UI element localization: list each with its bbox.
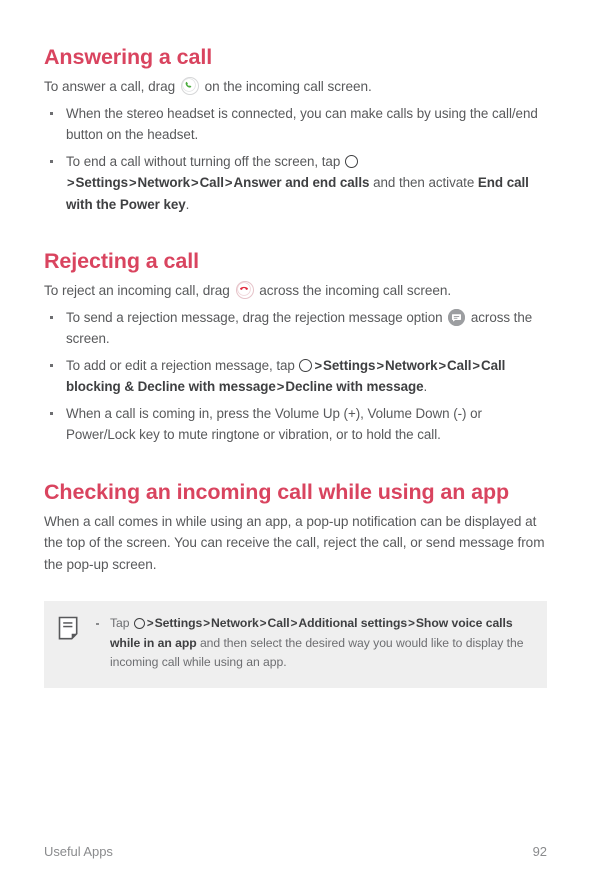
page-footer: Useful Apps 92 [44, 844, 547, 859]
list-item: When the stereo headset is connected, yo… [44, 103, 547, 146]
home-button-icon [133, 617, 145, 629]
page-title: Answering a call [44, 45, 213, 69]
note-text: Tap >Settings>Network>Call>Additional se… [94, 614, 531, 673]
path-call: Call [199, 175, 224, 190]
section-heading-rejecting-a-call: Rejecting a call [44, 249, 199, 273]
answering-intro-lead: To answer a call, drag [44, 79, 176, 94]
list-item: To end a call without turning off the sc… [44, 151, 547, 216]
note-icon [58, 616, 82, 642]
note-box: Tap >Settings>Network>Call>Additional se… [44, 601, 547, 688]
chevron-separator: > [472, 357, 480, 373]
path-network: Network [137, 175, 191, 190]
end-call-lead: To end a call without turning off the sc… [66, 153, 341, 169]
chevron-separator: > [438, 357, 447, 373]
path-settings: Settings [75, 175, 128, 190]
rejecting-bullet-list: To send a rejection message, drag the re… [44, 307, 547, 446]
section-heading-checking-incoming-call: Checking an incoming call while using an… [44, 479, 510, 504]
path-answer-and-end-calls: Answer and end calls [233, 175, 370, 190]
path-network: Network [385, 357, 438, 373]
chevron-separator: > [408, 617, 415, 630]
chevron-separator: > [191, 175, 199, 190]
path-settings: Settings [154, 616, 203, 630]
chevron-separator: > [376, 357, 385, 373]
path-call: Call [267, 616, 290, 630]
rejecting-intro-paragraph: To reject an incoming call, drag across … [44, 280, 547, 302]
answering-bullet-list: When the stereo headset is connected, yo… [44, 103, 547, 216]
note-lead: Tap [110, 616, 130, 630]
list-item: To add or edit a rejection message, tap … [44, 355, 547, 398]
path-settings: Settings [323, 357, 376, 373]
chevron-separator: > [67, 175, 75, 190]
home-button-icon [344, 154, 358, 168]
end-call-middle: and then activate [373, 175, 475, 190]
checking-incoming-call-paragraph: When a call comes in while using an app,… [44, 513, 545, 572]
answering-intro-tail: on the incoming call screen. [204, 79, 372, 94]
home-button-icon [299, 358, 313, 372]
rejecting-intro-lead: To reject an incoming call, drag [44, 283, 230, 298]
chevron-separator: > [203, 617, 210, 630]
chevron-separator: > [146, 617, 154, 630]
rejection-message-lead: To send a rejection message, drag the re… [66, 309, 443, 325]
path-decline-with-message: Decline with message [285, 379, 424, 394]
chevron-separator: > [128, 175, 137, 190]
answering-intro-paragraph: To answer a call, drag on the incoming c… [44, 76, 547, 98]
stereo-headset-text: When the stereo headset is connected, yo… [66, 105, 538, 143]
path-network: Network [211, 616, 259, 630]
end-call-trailing: . [185, 196, 190, 212]
answer-call-icon [180, 76, 199, 95]
footer-page-number: 92 [532, 844, 547, 859]
message-option-icon [448, 308, 466, 326]
chevron-separator: > [276, 379, 285, 394]
list-item: When a call is coming in, press the Volu… [44, 403, 547, 446]
list-item: To send a rejection message, drag the re… [44, 307, 547, 350]
path-call: Call [447, 357, 472, 373]
reject-call-icon [235, 280, 254, 299]
chevron-separator: > [314, 357, 323, 373]
path-additional-settings: Additional settings [298, 616, 408, 630]
page-content: Answering a call To answer a call, drag … [44, 0, 547, 688]
rejecting-intro-tail: across the incoming call screen. [259, 283, 452, 298]
add-edit-rejection-lead: To add or edit a rejection message, tap [66, 357, 295, 373]
footer-chapter-label: Useful Apps [44, 844, 113, 859]
manual-page: Answering a call To answer a call, drag … [0, 0, 591, 886]
add-edit-rejection-trailing: . [423, 379, 428, 394]
mute-ringtone-text: When a call is coming in, press the Volu… [66, 405, 482, 443]
